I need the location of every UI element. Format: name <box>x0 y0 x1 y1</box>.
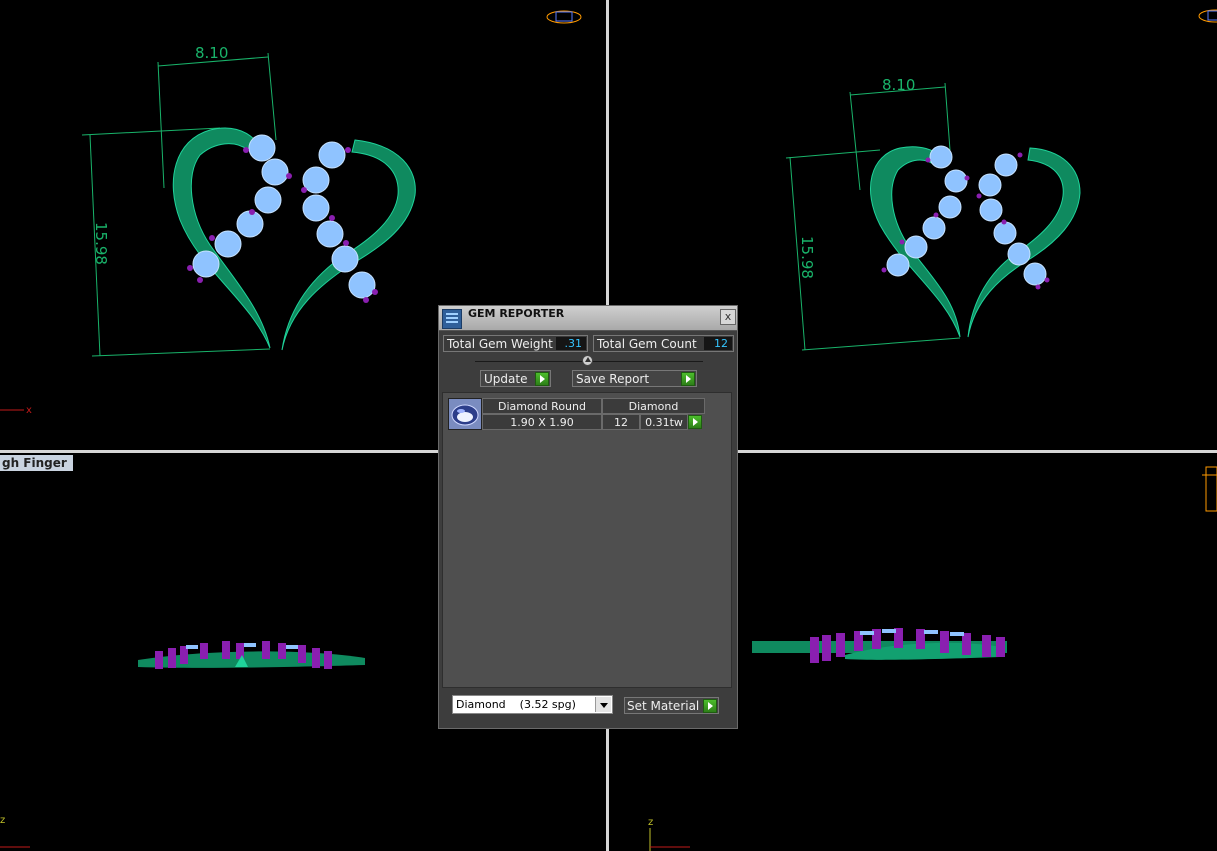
axis-x-label: x <box>26 405 32 416</box>
material-select[interactable]: Diamond (3.52 spg) <box>452 695 613 714</box>
total-gem-count-value: 12 <box>704 337 732 350</box>
chevron-down-icon[interactable] <box>595 697 611 712</box>
viewport-name-label[interactable]: gh Finger <box>0 455 73 471</box>
update-button[interactable]: Update <box>480 370 551 387</box>
view-cube-icon[interactable] <box>1202 466 1217 512</box>
axis-gizmo: x <box>0 405 32 416</box>
close-button[interactable]: x <box>720 309 736 325</box>
gem-reporter-dialog: GEM REPORTER x Total Gem Weight .31 Tota… <box>438 305 738 729</box>
play-icon <box>703 699 717 713</box>
gem-shape: Diamond Round <box>482 398 602 414</box>
dialog-title-bar[interactable]: GEM REPORTER x <box>439 306 737 331</box>
axis-gizmo: z <box>0 815 30 848</box>
ring-side-profile <box>752 628 1007 663</box>
axis-gizmo: z <box>648 817 690 851</box>
play-icon <box>535 372 549 386</box>
gem-list[interactable]: Diamond Round Diamond 1.90 X 1.90 12 0.3… <box>442 392 732 688</box>
total-gem-weight-value: .31 <box>556 337 586 350</box>
material-select-value: Diamond (3.52 spg) <box>456 698 576 711</box>
dimension-lines <box>785 82 961 351</box>
axis-z-label: z <box>0 815 5 826</box>
round-gem-icon <box>448 398 482 430</box>
width-dimension-label: 8.10 <box>882 76 915 94</box>
axis-z-label: z <box>648 817 653 828</box>
gem-select-icon[interactable] <box>688 415 702 429</box>
save-report-button[interactable]: Save Report <box>572 370 697 387</box>
play-icon <box>681 372 695 386</box>
total-gem-weight-label: Total Gem Weight <box>447 337 553 351</box>
view-cube-icon[interactable] <box>546 10 582 24</box>
dialog-title: GEM REPORTER <box>468 307 565 320</box>
view-cube-icon[interactable] <box>1198 9 1217 23</box>
total-gem-weight-field: Total Gem Weight .31 <box>443 335 588 352</box>
set-material-button-label: Set Material <box>627 699 700 713</box>
panel-collapse-button[interactable] <box>582 355 593 366</box>
save-report-button-label: Save Report <box>576 372 650 386</box>
gem-weight: 0.31tw <box>640 414 688 430</box>
height-dimension-label: 15.98 <box>798 236 816 279</box>
total-gem-count-field: Total Gem Count 12 <box>593 335 734 352</box>
width-dimension-label: 8.10 <box>195 44 228 62</box>
gem-material: Diamond <box>602 398 705 414</box>
total-gem-count-label: Total Gem Count <box>597 337 697 351</box>
gem-reporter-icon <box>442 309 462 329</box>
gem-count: 12 <box>602 414 640 430</box>
set-material-button[interactable]: Set Material <box>624 697 719 714</box>
ring-side-profile <box>138 641 365 669</box>
height-dimension-label: 15.98 <box>92 222 110 265</box>
gem-size: 1.90 X 1.90 <box>482 414 602 430</box>
update-button-label: Update <box>484 372 528 386</box>
gem-list-item[interactable]: Diamond Round Diamond 1.90 X 1.90 12 0.3… <box>448 398 708 430</box>
